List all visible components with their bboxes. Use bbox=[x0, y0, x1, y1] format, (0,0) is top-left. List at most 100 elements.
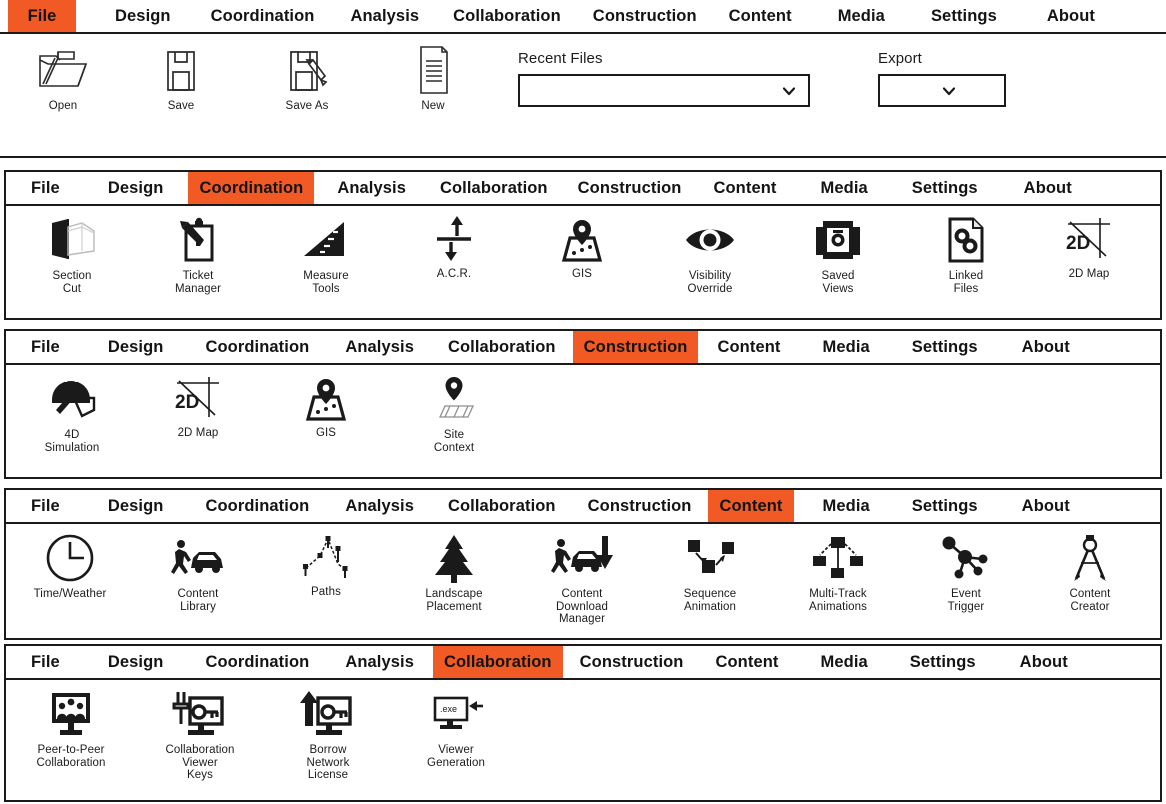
tab-collaboration[interactable]: Collaboration bbox=[432, 646, 563, 678]
tab-settings[interactable]: Settings bbox=[920, 0, 1008, 32]
tab-analysis[interactable]: Analysis bbox=[334, 490, 425, 522]
tool-site-context[interactable]: Site Context bbox=[390, 373, 518, 454]
tool-borrow-network-license[interactable]: Borrow Network License bbox=[264, 688, 392, 782]
tool-acr[interactable]: A.C.R. bbox=[390, 214, 518, 281]
tab-media[interactable]: Media bbox=[827, 0, 896, 32]
tool-collaboration-viewer-keys[interactable]: Collaboration Viewer Keys bbox=[136, 688, 264, 782]
svg-text:2D: 2D bbox=[1066, 233, 1090, 254]
monitor-key-uparrow-icon bbox=[264, 688, 392, 740]
compass-divider-icon bbox=[1030, 532, 1150, 584]
tool-new[interactable]: New bbox=[370, 44, 496, 113]
tab-coordination[interactable]: Coordination bbox=[200, 0, 326, 32]
field-export: Export bbox=[878, 50, 1006, 107]
tool-gis[interactable]: GIS bbox=[518, 214, 646, 281]
tab-construction[interactable]: Construction bbox=[577, 490, 703, 522]
panel-collaboration: File Design Coordination Analysis Collab… bbox=[4, 644, 1162, 802]
tab-file[interactable]: File bbox=[8, 0, 76, 32]
tool-time-weather[interactable]: Time/Weather bbox=[6, 532, 134, 601]
tool-ticket-manager[interactable]: Ticket Manager bbox=[134, 214, 262, 295]
tool-event-trigger[interactable]: Event Trigger bbox=[902, 532, 1030, 613]
tool-save[interactable]: Save bbox=[118, 44, 244, 113]
tab-collaboration[interactable]: Collaboration bbox=[437, 331, 567, 363]
tool-content-creator[interactable]: Content Creator bbox=[1030, 532, 1150, 613]
tab-content[interactable]: Content bbox=[706, 331, 791, 363]
tab-file[interactable]: File bbox=[20, 331, 71, 363]
tool-save-as[interactable]: Save As bbox=[244, 44, 370, 113]
tab-about[interactable]: About bbox=[1011, 490, 1081, 522]
tool-measure-tools[interactable]: Measure Tools bbox=[262, 214, 390, 295]
tool-content-download-manager[interactable]: Content Download Manager bbox=[518, 532, 646, 626]
tab-collaboration[interactable]: Collaboration bbox=[429, 172, 559, 204]
tool-2d-map[interactable]: 2D 2D Map bbox=[134, 373, 262, 440]
tab-about[interactable]: About bbox=[1036, 0, 1106, 32]
tool-multi-track-animations[interactable]: Multi-Track Animations bbox=[774, 532, 902, 613]
tab-design[interactable]: Design bbox=[97, 331, 175, 363]
tool-gis[interactable]: GIS bbox=[262, 373, 390, 440]
recent-files-dropdown[interactable] bbox=[518, 74, 810, 107]
tab-coordination[interactable]: Coordination bbox=[194, 646, 320, 678]
tool-label: A.C.R. bbox=[436, 268, 472, 280]
tab-file[interactable]: File bbox=[20, 172, 71, 204]
tab-media[interactable]: Media bbox=[812, 490, 881, 522]
tool-peer-to-peer-collaboration[interactable]: Peer-to-Peer Collaboration bbox=[6, 688, 136, 769]
tool-label: GIS bbox=[571, 268, 593, 280]
tool-4d-simulation[interactable]: 4D Simulation bbox=[10, 373, 134, 454]
export-dropdown[interactable] bbox=[878, 74, 1006, 107]
ribbon-construction: 4D Simulation 2D 2D Map GIS Site Context bbox=[6, 365, 1160, 458]
tool-saved-views[interactable]: Saved Views bbox=[774, 214, 902, 295]
tab-content[interactable]: Content bbox=[708, 490, 794, 522]
tab-collaboration[interactable]: Collaboration bbox=[437, 490, 567, 522]
panel-content: File Design Coordination Analysis Collab… bbox=[4, 488, 1162, 640]
tab-media[interactable]: Media bbox=[810, 172, 879, 204]
field-recent-files: Recent Files bbox=[518, 50, 810, 107]
tab-analysis[interactable]: Analysis bbox=[339, 0, 430, 32]
tool-viewer-generation[interactable]: .exe Viewer Generation bbox=[392, 688, 520, 769]
monitor-exe-icon: .exe bbox=[392, 688, 520, 740]
tool-label: Save As bbox=[285, 100, 329, 112]
tool-visibility-override[interactable]: Visibility Override bbox=[646, 214, 774, 295]
tool-section-cut[interactable]: Section Cut bbox=[10, 214, 134, 295]
tool-open[interactable]: Open bbox=[8, 44, 118, 113]
tool-label: Ticket Manager bbox=[174, 270, 222, 295]
tab-content[interactable]: Content bbox=[702, 172, 787, 204]
tab-coordination[interactable]: Coordination bbox=[188, 172, 315, 204]
tool-2d-map[interactable]: 2D 2D Map bbox=[1030, 214, 1148, 281]
tab-design[interactable]: Design bbox=[104, 0, 182, 32]
tool-label: Measure Tools bbox=[303, 270, 349, 295]
tab-collaboration[interactable]: Collaboration bbox=[442, 0, 572, 32]
tab-design[interactable]: Design bbox=[97, 172, 175, 204]
tab-settings[interactable]: Settings bbox=[901, 172, 989, 204]
tab-settings[interactable]: Settings bbox=[899, 646, 987, 678]
tab-media[interactable]: Media bbox=[810, 646, 879, 678]
ribbon-reference-sheet: File Design Coordination Analysis Collab… bbox=[0, 0, 1166, 804]
tool-landscape-placement[interactable]: Landscape Placement bbox=[390, 532, 518, 613]
tab-file[interactable]: File bbox=[20, 490, 71, 522]
tab-design[interactable]: Design bbox=[97, 490, 175, 522]
tool-content-library[interactable]: Content Library bbox=[134, 532, 262, 613]
tab-design[interactable]: Design bbox=[97, 646, 175, 678]
tab-media[interactable]: Media bbox=[812, 331, 881, 363]
tab-analysis[interactable]: Analysis bbox=[334, 331, 425, 363]
tool-sequence-animation[interactable]: Sequence Animation bbox=[646, 532, 774, 613]
tab-construction[interactable]: Construction bbox=[572, 331, 699, 363]
tab-content[interactable]: Content bbox=[704, 646, 789, 678]
tool-linked-files[interactable]: Linked Files bbox=[902, 214, 1030, 295]
tool-paths[interactable]: Paths bbox=[262, 532, 390, 599]
tab-analysis[interactable]: Analysis bbox=[334, 646, 425, 678]
tab-coordination[interactable]: Coordination bbox=[194, 490, 320, 522]
tab-construction[interactable]: Construction bbox=[569, 646, 695, 678]
tab-analysis[interactable]: Analysis bbox=[326, 172, 417, 204]
tab-file[interactable]: File bbox=[20, 646, 71, 678]
tool-label: Visibility Override bbox=[687, 270, 733, 295]
tab-settings[interactable]: Settings bbox=[901, 490, 989, 522]
tab-content[interactable]: Content bbox=[718, 0, 803, 32]
two-d-map-icon: 2D bbox=[1030, 214, 1148, 266]
tab-construction[interactable]: Construction bbox=[582, 0, 708, 32]
tab-about[interactable]: About bbox=[1013, 172, 1083, 204]
tab-about[interactable]: About bbox=[1011, 331, 1081, 363]
tool-label: Content Library bbox=[177, 588, 219, 613]
tab-construction[interactable]: Construction bbox=[567, 172, 693, 204]
tab-about[interactable]: About bbox=[1009, 646, 1079, 678]
tab-settings[interactable]: Settings bbox=[901, 331, 989, 363]
tab-coordination[interactable]: Coordination bbox=[194, 331, 320, 363]
